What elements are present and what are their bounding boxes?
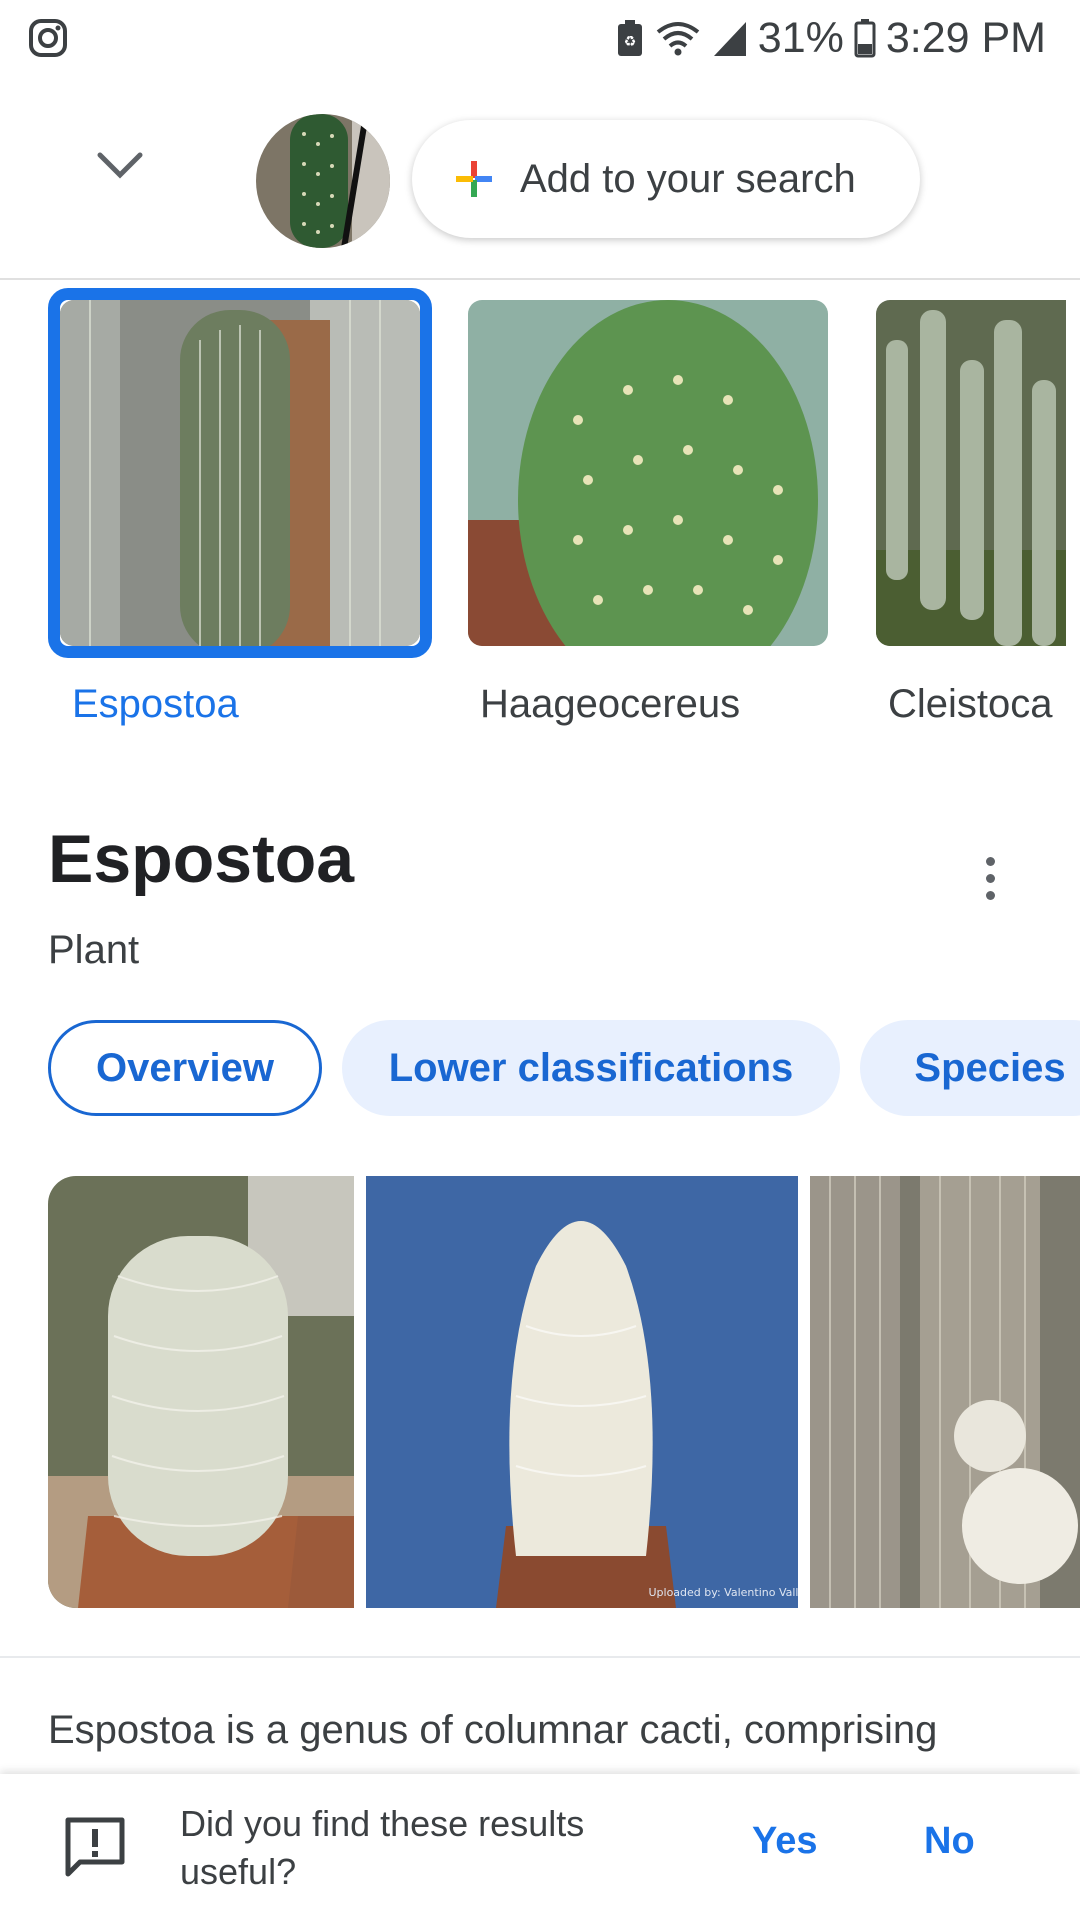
battery-saver-icon: ♻ [616, 18, 644, 58]
wifi-icon [654, 18, 702, 58]
gallery-image[interactable] [810, 1176, 1080, 1608]
feedback-question: Did you find these results useful? [180, 1803, 585, 1892]
svg-text:♻: ♻ [624, 34, 637, 50]
battery-icon [854, 18, 876, 58]
selected-frame [48, 288, 432, 658]
result-label: Haageocereus [480, 682, 741, 726]
section-divider [0, 1656, 1080, 1658]
lens-search-header: Add to your search [0, 76, 1080, 280]
visual-match-carousel[interactable]: Espostoa Haageocereus Cleistoca [0, 282, 1080, 752]
tab-lower-classifications[interactable]: Lower classifications [342, 1020, 840, 1116]
more-options-icon[interactable] [966, 846, 1014, 910]
entity-subtitle: Plant [48, 928, 140, 972]
chevron-down-icon[interactable] [80, 126, 160, 206]
add-to-search-label: Add to your search [520, 156, 856, 201]
result-image [876, 300, 1066, 646]
entity-title: Espostoa [48, 821, 355, 897]
entity-tabs: Overview Lower classifications Species [48, 1020, 1080, 1116]
add-to-search-button[interactable]: Add to your search [412, 120, 920, 238]
watermark: Uploaded by: Valentino Vallicelli [648, 1586, 798, 1599]
gallery-image[interactable] [48, 1176, 354, 1608]
gallery-image[interactable]: Uploaded by: Valentino Vallicelli [366, 1176, 798, 1608]
result-label: Cleistoca [888, 682, 1053, 726]
entity-image-gallery[interactable]: Uploaded by: Valentino Vallicelli [48, 1176, 1080, 1608]
status-icons: ♻ 31% 3:29 PM [616, 10, 1046, 66]
feedback-bar: Did you find these results useful? Yes N… [0, 1774, 1080, 1920]
feedback-yes-button[interactable]: Yes [752, 1820, 818, 1863]
signal-icon [712, 18, 748, 58]
result-image [468, 300, 828, 646]
tab-overview[interactable]: Overview [48, 1020, 322, 1116]
feedback-no-button[interactable]: No [924, 1820, 975, 1863]
result-label: Espostoa [72, 682, 239, 726]
query-image-thumbnail[interactable] [256, 114, 390, 248]
clock: 3:29 PM [885, 13, 1046, 62]
tab-species[interactable]: Species [860, 1020, 1080, 1116]
entity-description: Espostoa is a genus of columnar cacti, c… [48, 1708, 938, 1752]
instagram-icon [28, 18, 68, 58]
google-plus-icon [456, 161, 492, 197]
status-bar: ♻ 31% 3:29 PM [0, 0, 1080, 76]
feedback-icon [62, 1814, 128, 1880]
battery-percent: 31% [757, 13, 844, 62]
